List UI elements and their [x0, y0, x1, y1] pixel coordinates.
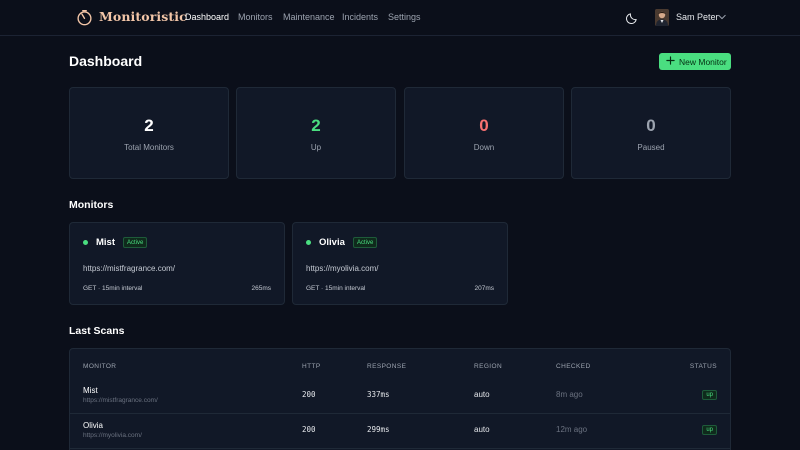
page-title: Dashboard	[69, 53, 143, 69]
monitor-card-mist[interactable]: Mist Active https://mistfragrance.com/ G…	[69, 222, 285, 305]
app-logo-text[interactable]: Monitoristic	[99, 9, 187, 24]
monitor-name: Olivia	[319, 237, 345, 248]
monitor-name: Mist	[96, 237, 115, 248]
row-monitor-url: https://mistfragrance.com/	[83, 397, 158, 404]
new-monitor-label: New Monitor	[679, 56, 727, 67]
stat-value: 0	[646, 116, 656, 135]
row-response: 299ms	[367, 425, 390, 434]
user-name[interactable]: Sam Peter	[676, 12, 719, 22]
status-dot	[83, 240, 88, 245]
chevron-down-icon[interactable]	[718, 14, 726, 20]
row-http: 200	[302, 425, 316, 434]
row-http: 200	[302, 390, 316, 399]
stat-value: 2	[311, 116, 321, 135]
monitor-response: 265ms	[251, 285, 271, 292]
status-dot	[306, 240, 311, 245]
nav-incidents[interactable]: Incidents	[342, 12, 378, 22]
row-monitor-url: https://myolivia.com/	[83, 432, 142, 439]
stat-value: 2	[144, 116, 154, 135]
row-region: auto	[474, 425, 490, 434]
stat-card-total: 2 Total Monitors	[69, 87, 229, 179]
column-header-http: HTTP	[302, 363, 321, 370]
status-badge: Active	[353, 237, 378, 248]
nav-maintenance[interactable]: Maintenance	[283, 12, 335, 22]
plus-icon	[666, 56, 675, 65]
row-divider	[70, 448, 730, 449]
row-divider	[70, 413, 730, 414]
row-checked: 12m ago	[556, 425, 588, 434]
column-header-region: REGION	[474, 363, 503, 370]
stat-card-paused: 0 Paused	[571, 87, 731, 179]
monitor-meta: GET · 15min interval	[306, 285, 366, 292]
column-header-status: STATUS	[689, 363, 717, 370]
row-monitor-name: Olivia	[83, 421, 104, 430]
monitor-url: https://mistfragrance.com/	[83, 264, 176, 273]
scans-section-title: Last Scans	[69, 325, 125, 337]
stat-card-up: 2 Up	[236, 87, 396, 179]
row-monitor-name: Mist	[83, 386, 98, 395]
stat-value: 0	[479, 116, 489, 135]
new-monitor-button[interactable]: New Monitor	[659, 53, 731, 70]
stat-label: Down	[473, 143, 495, 152]
stat-label: Up	[310, 143, 322, 152]
stopwatch-logo-icon[interactable]	[76, 9, 93, 26]
avatar[interactable]	[655, 9, 669, 26]
moon-icon[interactable]	[626, 11, 639, 24]
status-badge: Active	[123, 237, 148, 248]
status-badge: up	[702, 390, 717, 400]
status-badge: up	[702, 425, 717, 435]
top-header: Monitoristic Dashboard Monitors Maintena…	[0, 0, 800, 36]
row-response: 337ms	[367, 390, 390, 399]
row-region: auto	[474, 390, 490, 399]
monitor-url: https://myolivia.com/	[306, 264, 379, 273]
column-header-checked: CHECKED	[556, 363, 591, 370]
stat-label: Total Monitors	[124, 143, 174, 152]
row-checked: 8m ago	[556, 390, 583, 399]
monitor-meta: GET · 15min interval	[83, 285, 143, 292]
monitors-section-title: Monitors	[69, 199, 114, 211]
column-header-response: RESPONSE	[367, 363, 407, 370]
monitor-card-olivia[interactable]: Olivia Active https://myolivia.com/ GET …	[292, 222, 508, 305]
column-header-monitor: MONITOR	[83, 363, 117, 370]
nav-settings[interactable]: Settings	[388, 12, 421, 22]
nav-monitors[interactable]: Monitors	[238, 12, 273, 22]
monitor-response: 207ms	[474, 285, 494, 292]
stat-label: Paused	[637, 143, 665, 152]
stat-card-down: 0 Down	[404, 87, 564, 179]
scans-table: MONITOR HTTP RESPONSE REGION CHECKED STA…	[69, 348, 731, 450]
nav-dashboard[interactable]: Dashboard	[185, 12, 229, 22]
